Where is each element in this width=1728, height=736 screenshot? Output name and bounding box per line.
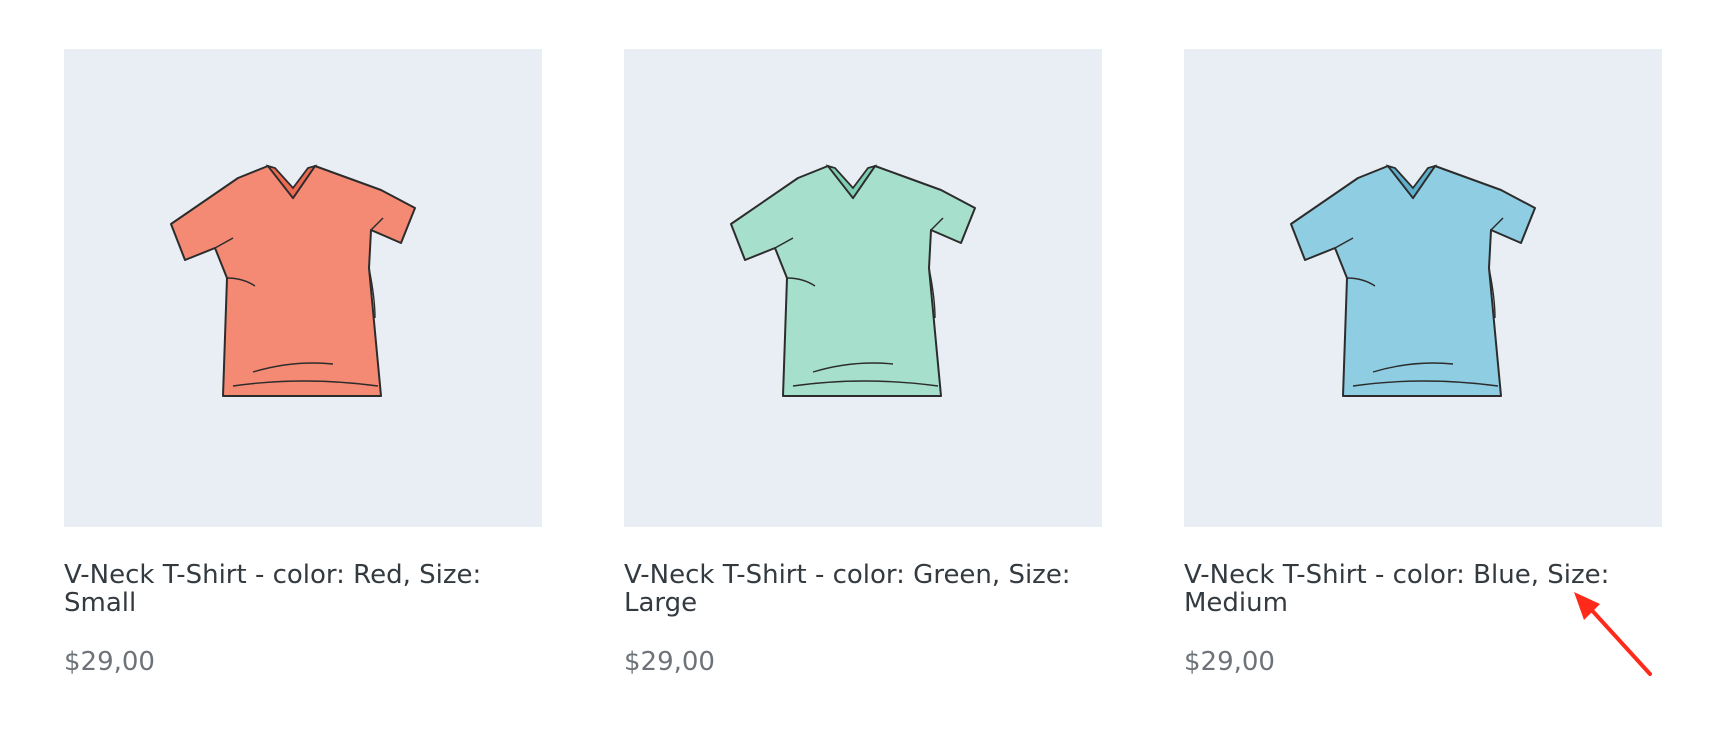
product-card-blue[interactable]: V-Neck T-Shirt - color: Blue, Size: Medi… — [1184, 49, 1662, 677]
product-title[interactable]: V-Neck T-Shirt - color: Red, Size: Small — [64, 561, 542, 617]
product-image[interactable] — [64, 49, 542, 527]
product-price: $29,00 — [64, 647, 155, 677]
tshirt-blue-icon — [1290, 164, 1536, 397]
red-arrow-icon — [1574, 592, 1652, 676]
product-price: $29,00 — [624, 647, 715, 677]
tshirt-green-icon — [730, 164, 976, 397]
tshirt-red-icon — [170, 164, 416, 397]
product-title[interactable]: V-Neck T-Shirt - color: Green, Size: Lar… — [624, 561, 1102, 617]
product-card-green[interactable]: V-Neck T-Shirt - color: Green, Size: Lar… — [624, 49, 1102, 677]
product-image[interactable] — [624, 49, 1102, 527]
product-card-red[interactable]: V-Neck T-Shirt - color: Red, Size: Small… — [64, 49, 542, 677]
product-grid: V-Neck T-Shirt - color: Red, Size: Small… — [64, 49, 1664, 677]
product-image[interactable] — [1184, 49, 1662, 527]
